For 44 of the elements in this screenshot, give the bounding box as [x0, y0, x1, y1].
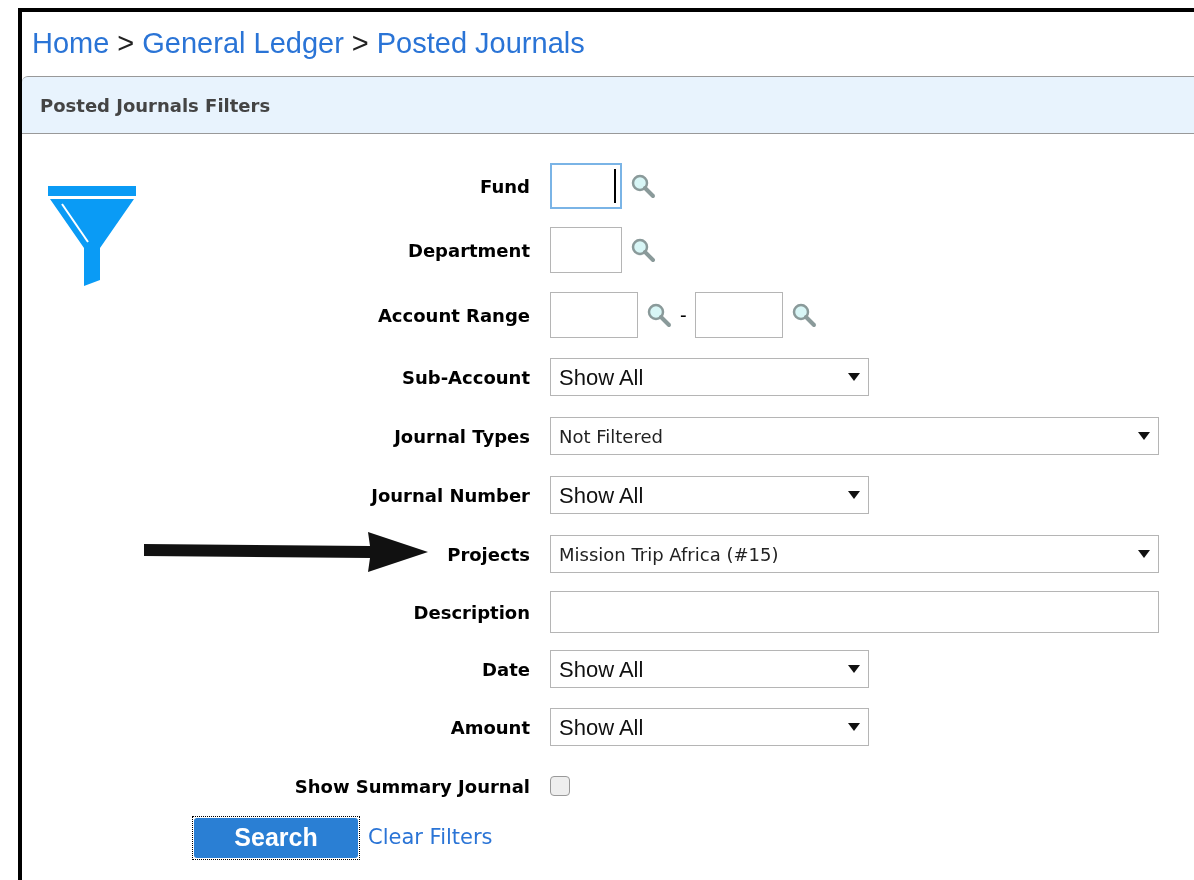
dropdown-arrow-icon	[1138, 431, 1150, 441]
dropdown[interactable]: Show All	[550, 650, 869, 688]
input-field[interactable]	[550, 591, 1159, 633]
dropdown-arrow-icon	[848, 722, 860, 732]
text-cursor	[614, 169, 616, 203]
field-label: Fund	[480, 174, 530, 199]
panel-header: Posted Journals Filters	[22, 76, 1194, 134]
field-label: Amount	[450, 715, 530, 740]
input-field[interactable]	[550, 227, 622, 273]
field-label: Journal Types	[394, 424, 530, 449]
field-label: Date	[482, 657, 530, 682]
input-field[interactable]	[694, 292, 783, 338]
dropdown[interactable]: Show All	[550, 358, 869, 396]
field-label: Account Range	[377, 303, 530, 328]
dropdown-arrow-icon	[848, 372, 860, 382]
field-label: Show Summary Journal	[294, 774, 530, 799]
field-label: Journal Number	[371, 483, 530, 508]
search-button[interactable]: Search	[194, 818, 358, 858]
search-icon[interactable]	[630, 237, 656, 263]
breadcrumb-separator: >	[117, 26, 135, 62]
breadcrumb-link[interactable]: General Ledger	[142, 22, 344, 66]
field-label: Projects	[447, 542, 530, 567]
dropdown[interactable]: Not Filtered	[550, 417, 1159, 455]
breadcrumb-link[interactable]: Posted Journals	[376, 22, 585, 66]
input-field[interactable]	[550, 292, 638, 338]
dropdown[interactable]: Show All	[550, 708, 869, 746]
search-icon[interactable]	[790, 302, 817, 328]
clear-filters-link[interactable]: Clear Filters	[368, 822, 493, 854]
field-label: Department	[407, 238, 530, 263]
filter-icon	[48, 186, 136, 288]
dropdown-arrow-icon	[848, 664, 860, 674]
dropdown-arrow-icon	[848, 490, 860, 500]
breadcrumb-link[interactable]: Home	[32, 22, 110, 66]
dropdown[interactable]: Mission Trip Africa (#15)	[550, 535, 1159, 573]
input-field[interactable]	[550, 163, 622, 209]
dropdown[interactable]: Show All	[550, 476, 869, 514]
search-icon[interactable]	[630, 173, 656, 199]
search-icon[interactable]	[646, 302, 672, 328]
checkbox[interactable]	[550, 776, 570, 796]
field-label: Sub-Account	[402, 365, 530, 390]
field-label: Description	[413, 600, 530, 625]
range-separator: -	[680, 303, 687, 328]
dropdown-arrow-icon	[1138, 549, 1150, 559]
breadcrumb-separator: >	[351, 26, 369, 62]
